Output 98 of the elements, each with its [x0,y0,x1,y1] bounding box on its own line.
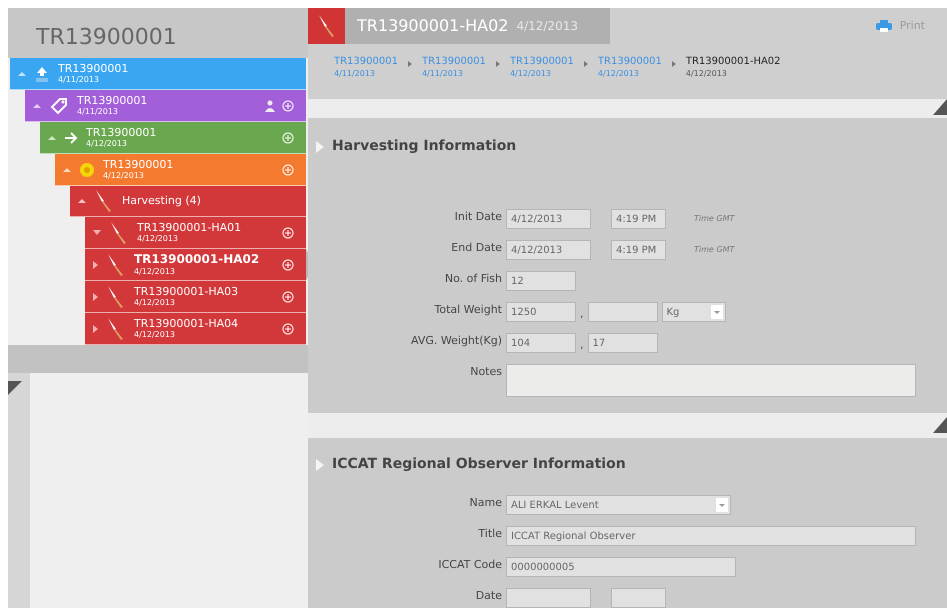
knife-icon [106,284,126,308]
node-date: 4/12/2013 [134,330,176,340]
add-icon[interactable] [282,322,294,334]
add-icon[interactable] [282,290,294,302]
collapsed-arrow-icon[interactable] [93,292,98,300]
section-title: Harvesting Information [332,137,516,156]
breadcrumb-separator-icon [408,61,412,68]
knife-icon [106,252,126,276]
collapsed-arrow-icon[interactable] [93,324,98,332]
breadcrumb-link[interactable]: TR13900001 4/11/2013 [334,56,398,79]
knife-icon [109,220,129,244]
node-date: 4/11/2013 [58,75,100,86]
breadcrumb-separator-icon [672,61,676,68]
add-icon[interactable] [282,100,294,112]
collapse-arrow-icon[interactable] [63,168,71,172]
node-label: TR13900001-HA04 [134,316,238,330]
node-label: TR13900001-HA02 [134,252,260,267]
add-icon[interactable] [282,132,294,144]
field-label: End Date [450,240,503,256]
expanded-arrow-icon[interactable] [93,230,101,235]
field-label: Date [474,588,503,604]
record-date: 4/12/2013 [516,18,578,36]
field-label: Notes [469,364,503,380]
tree-node[interactable]: Harvesting (4) [70,186,306,217]
field-label: Title [477,526,503,542]
time-zone-note: Time GMT [694,244,734,256]
add-icon[interactable] [282,164,294,176]
knife-icon [316,14,336,38]
tree-node[interactable]: TR13900001-HA01 4/12/2013 [85,217,306,249]
tree-node[interactable]: TR13900001 4/11/2013 [25,90,306,122]
tree-node[interactable]: TR13900001-HA03 4/12/2013 [85,281,306,313]
dropdown-icon [714,310,720,314]
field-label: ICCAT Code [437,557,503,573]
text-field[interactable]: 0000000005 [506,557,736,577]
field-label: Total Weight [433,302,503,318]
breadcrumb-separator-icon [584,61,588,68]
tree-node[interactable]: TR13900001 4/12/2013 [40,122,306,154]
field-label: Name [468,495,503,511]
date-field[interactable]: 4/12/2013 [506,209,591,230]
field-label: No. of Fish [444,271,503,288]
collapsed-arrow-icon[interactable] [93,260,98,268]
node-label: TR13900001 [103,158,174,172]
tag-icon [49,96,69,114]
section-title: ICCAT Regional Observer Information [332,455,626,474]
add-icon[interactable] [282,226,294,238]
breadcrumb-separator-icon [496,61,500,68]
node-label: TR13900001 [86,126,156,140]
printer-icon [876,20,892,32]
node-label: TR13900001 [77,94,148,108]
time-zone-note: Time GMT [694,213,734,226]
trip-title: TR13900001 [36,24,177,52]
collapse-arrow-icon[interactable] [33,104,41,108]
section-arrow-icon[interactable] [316,140,324,153]
add-icon[interactable] [282,258,294,270]
decimal-separator: , [580,306,584,322]
node-date: 4/12/2013 [134,298,176,308]
date-field[interactable]: 4/12/2013 [506,240,591,260]
node-date: 4/12/2013 [103,171,146,182]
collapse-arrow-icon[interactable] [48,136,56,140]
text-field[interactable]: ICCAT Regional Observer [506,526,916,546]
tree-node[interactable]: TR13900001-HA02 4/12/2013 [85,249,306,281]
node-date: 4/12/2013 [137,234,180,244]
section-arrow-icon[interactable] [316,458,324,470]
field-label: AVG. Weight(Kg) [410,333,503,350]
field-label: Init Date [454,209,503,226]
node-label: TR13900001 [58,62,128,76]
dropdown-icon [719,504,725,506]
knife-icon [106,316,126,340]
breadcrumb-link[interactable]: TR13900001-HA02 4/12/2013 [686,56,781,79]
node-date: 4/12/2013 [134,267,176,277]
badge-icon [79,162,95,178]
tree-node[interactable]: TR13900001 4/11/2013 [10,58,306,90]
text-field[interactable]: 17 [588,333,658,354]
person-icon[interactable] [264,100,278,112]
name-select[interactable]: ALI ERKAL Levent [506,495,731,515]
tree-node[interactable]: TR13900001-HA04 4/12/2013 [85,313,306,345]
time-field[interactable]: 4:19 PM [611,209,666,230]
collapse-arrow-icon[interactable] [18,72,26,76]
text-field[interactable]: 104 [506,333,576,354]
text-field[interactable] [588,302,658,322]
text-field[interactable]: 1250 [506,302,576,322]
time-field[interactable] [611,588,666,608]
node-label: TR13900001-HA03 [134,284,238,298]
decimal-separator: , [580,336,584,353]
text-field[interactable]: 12 [506,271,576,292]
collapse-arrow-icon[interactable] [78,199,86,203]
record-title: TR13900001-HA02 [357,15,508,38]
node-date: 4/11/2013 [77,107,120,118]
notes-field[interactable] [506,364,916,398]
node-label: TR13900001-HA01 [137,220,242,234]
tree-node[interactable]: TR13900001 4/12/2013 [55,154,306,186]
time-field[interactable]: 4:19 PM [611,240,666,260]
node-label: Harvesting (4) [122,194,201,208]
knife-icon [94,189,114,213]
unit-select[interactable]: Kg [662,302,726,322]
node-date: 4/12/2013 [86,139,128,150]
arrow-icon [64,130,78,144]
date-field[interactable] [506,588,591,608]
